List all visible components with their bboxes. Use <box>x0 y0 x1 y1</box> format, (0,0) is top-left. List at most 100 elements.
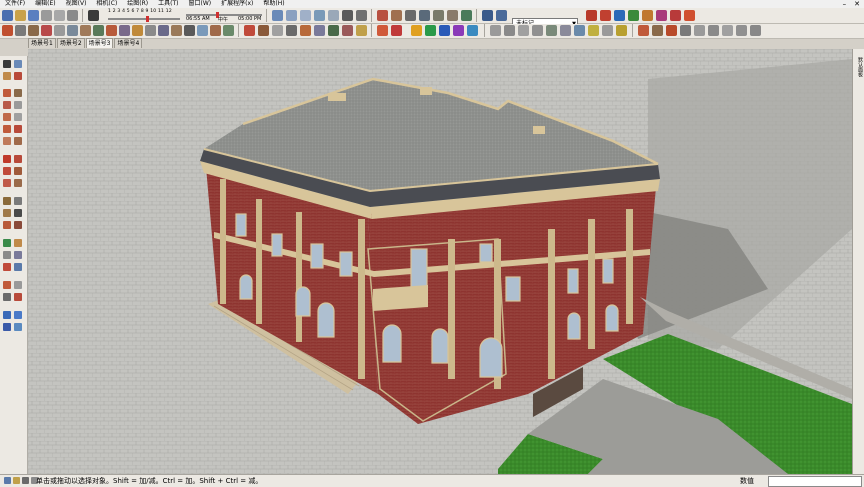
freehand-icon[interactable] <box>41 25 52 36</box>
text-tool-icon[interactable] <box>184 25 195 36</box>
plugin-f-icon[interactable] <box>314 25 325 36</box>
delete-icon[interactable] <box>67 10 78 21</box>
3d-text-left-icon[interactable] <box>14 221 22 229</box>
pushpull-icon[interactable] <box>80 25 91 36</box>
plugin-blue-icon[interactable] <box>614 10 625 21</box>
freehand-left-icon[interactable] <box>14 89 22 97</box>
plugin-d-icon[interactable] <box>286 25 297 36</box>
back-view-icon[interactable] <box>328 10 339 21</box>
save-icon[interactable] <box>28 10 39 21</box>
tab-scene-1[interactable]: 场景号1 <box>28 38 56 48</box>
plugin-orange-icon[interactable] <box>642 10 653 21</box>
scale-left-icon[interactable] <box>3 179 11 187</box>
zoom-icon[interactable] <box>3 251 11 259</box>
tab-scene-4[interactable]: 场景号4 <box>114 38 143 48</box>
section-left-icon[interactable] <box>14 293 22 301</box>
plugin-cube-icon[interactable] <box>670 10 681 21</box>
credits-icon[interactable] <box>13 477 20 484</box>
circle-icon[interactable] <box>3 113 11 121</box>
menu-tools[interactable]: 工具(T) <box>153 0 183 8</box>
plugin-purple-icon[interactable] <box>656 10 667 21</box>
walk-icon[interactable] <box>14 281 22 289</box>
warehouse-icon[interactable] <box>447 10 458 21</box>
3d-text-icon[interactable] <box>210 25 221 36</box>
look-around-icon[interactable] <box>3 293 11 301</box>
rotate-left-icon[interactable] <box>3 167 11 175</box>
layer-manager-icon[interactable] <box>482 10 493 21</box>
solid-cyan-icon[interactable] <box>467 25 478 36</box>
open-file-icon[interactable] <box>15 10 26 21</box>
menu-help[interactable]: 帮助(H) <box>258 0 289 8</box>
dimension-icon[interactable] <box>158 25 169 36</box>
zoom-window-icon[interactable] <box>14 251 22 259</box>
xray-style-icon[interactable] <box>342 10 353 21</box>
section-cut-icon[interactable] <box>433 10 444 21</box>
spline-icon[interactable] <box>532 25 543 36</box>
sandbox-icon[interactable] <box>223 25 234 36</box>
followme-icon[interactable] <box>93 25 104 36</box>
default-tray[interactable]: 默认面板 <box>852 49 864 474</box>
plugin-g-icon[interactable] <box>328 25 339 36</box>
tab-scene-3[interactable]: 场景号3 <box>85 38 114 48</box>
position-camera-icon[interactable] <box>3 281 11 289</box>
two-point-arc-icon[interactable] <box>3 137 11 145</box>
right-view-icon[interactable] <box>314 10 325 21</box>
tape-left-icon[interactable] <box>3 197 11 205</box>
tape-measure-icon[interactable] <box>145 25 156 36</box>
measurements-input[interactable] <box>768 476 862 487</box>
front-view-icon[interactable] <box>300 10 311 21</box>
curve-tool-icon[interactable] <box>490 25 501 36</box>
pan-icon[interactable] <box>14 239 22 247</box>
previous-view-icon[interactable] <box>14 263 22 271</box>
geo-location-icon[interactable] <box>4 477 11 484</box>
menu-window[interactable]: 窗口(W) <box>184 0 217 8</box>
section-fill-icon[interactable] <box>419 10 430 21</box>
menu-edit[interactable]: 编辑(E) <box>30 0 60 8</box>
pencil-icon[interactable] <box>2 25 13 36</box>
bezier-icon[interactable] <box>518 25 529 36</box>
chain-icon[interactable] <box>602 25 613 36</box>
arc-left-icon[interactable] <box>3 125 11 133</box>
menu-extensions[interactable]: 扩展程序(x) <box>216 0 258 8</box>
paint-icon[interactable] <box>391 10 402 21</box>
line-tool-icon[interactable] <box>28 25 39 36</box>
layer-color-icon[interactable] <box>496 10 507 21</box>
followme-left-icon[interactable] <box>14 167 22 175</box>
solid-subtract-icon[interactable] <box>391 25 402 36</box>
line-icon[interactable] <box>3 89 11 97</box>
new-file-icon[interactable] <box>2 10 13 21</box>
ring-icon[interactable] <box>588 25 599 36</box>
edit-tool-7-icon[interactable] <box>722 25 733 36</box>
top-view-icon[interactable] <box>286 10 297 21</box>
solid-purple-icon[interactable] <box>453 25 464 36</box>
close-button[interactable]: ✕ <box>854 0 860 8</box>
circle-tool-icon[interactable] <box>546 25 557 36</box>
move-left-icon[interactable] <box>3 155 11 163</box>
helix-icon[interactable] <box>574 25 585 36</box>
arc-icon[interactable] <box>15 25 26 36</box>
edit-tool-3-icon[interactable] <box>666 25 677 36</box>
text-left-icon[interactable] <box>14 209 22 217</box>
zoom-extents-icon[interactable] <box>3 263 11 271</box>
loop-icon[interactable] <box>504 25 515 36</box>
edit-tool-5-icon[interactable] <box>694 25 705 36</box>
plugin-b-icon[interactable] <box>258 25 269 36</box>
ellipse-tool-icon[interactable] <box>560 25 571 36</box>
cut-icon[interactable] <box>41 10 52 21</box>
plugin-green-icon[interactable] <box>628 10 639 21</box>
edit-tool-8-icon[interactable] <box>736 25 747 36</box>
eraser-icon[interactable] <box>3 72 11 80</box>
weld-icon[interactable] <box>616 25 627 36</box>
select-arrow-icon[interactable] <box>3 60 11 68</box>
move-icon[interactable] <box>106 25 117 36</box>
extension-warehouse-icon[interactable] <box>461 10 472 21</box>
orbit-icon[interactable] <box>3 239 11 247</box>
edit-tool-9-icon[interactable] <box>750 25 761 36</box>
protractor-icon[interactable] <box>171 25 182 36</box>
edit-tool-4-icon[interactable] <box>680 25 691 36</box>
drape-icon[interactable] <box>14 323 22 331</box>
walkthrough-icon[interactable] <box>3 311 11 319</box>
rectangle-icon[interactable] <box>3 101 11 109</box>
three-point-arc-icon[interactable] <box>14 137 22 145</box>
axes-icon[interactable] <box>197 25 208 36</box>
